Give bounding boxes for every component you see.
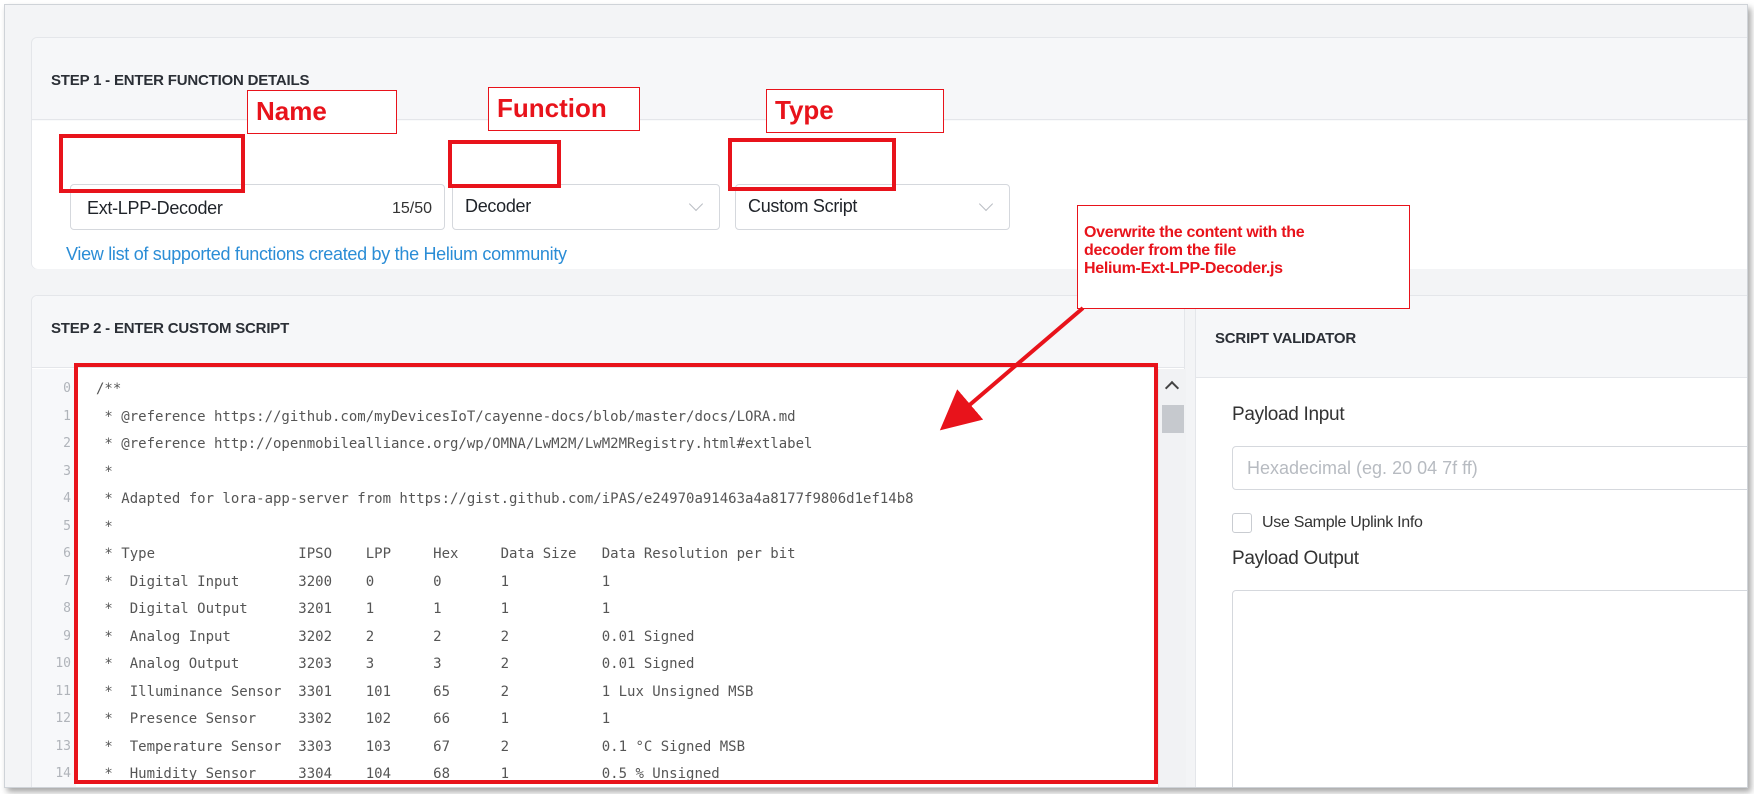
code-line[interactable]: 0 /** [32,381,1152,408]
code-line[interactable]: 6 * Type IPSO LPP Hex Data Size Data Res… [32,546,1152,573]
code-line[interactable]: 14 * Humidity Sensor 3304 104 68 1 0.5 %… [32,766,1152,787]
type-select-value: Custom Script [748,196,858,216]
payload-output-label: Payload Output [1232,548,1359,569]
scrollbar-thumb[interactable] [1162,405,1184,433]
line-number: 2 [63,436,71,451]
function-details-body: Ext-LPP-Decoder 15/50 Decoder Custom Scr… [32,121,1747,269]
code-line[interactable]: 12 * Presence Sensor 3302 102 66 1 1 [32,711,1152,738]
code-line[interactable]: 10 * Analog Output 3203 3 3 2 0.01 Signe… [32,656,1152,683]
code-line[interactable]: 9 * Analog Input 3202 2 2 2 0.01 Signed [32,629,1152,656]
function-name-input[interactable]: Ext-LPP-Decoder 15/50 [70,184,445,230]
function-select[interactable]: Decoder [452,184,720,230]
code-line[interactable]: 3 * [32,464,1152,491]
custom-script-header: STEP 2 - ENTER CUSTOM SCRIPT [32,296,1184,368]
line-number: 12 [55,711,71,726]
code-text: * Type IPSO LPP Hex Data Size Data Resol… [96,546,796,562]
custom-script-card: STEP 2 - ENTER CUSTOM SCRIPT 0 /** 1 * @re… [31,295,1186,787]
name-tag: Name [247,90,397,134]
community-functions-link[interactable]: View list of supported functions created… [66,244,567,265]
line-number: 8 [63,601,71,616]
line-number: 14 [55,766,71,781]
note-line-1: Overwrite the content with the [1084,224,1305,241]
type-select[interactable]: Custom Script [735,184,1010,230]
function-tag: Function [488,87,640,131]
code-line[interactable]: 2 * @reference http://openmobilealliance… [32,436,1152,463]
chevron-down-icon [688,196,704,212]
code-text: * Digital Output 3201 1 1 1 1 [96,601,611,617]
chevron-down-icon [978,196,994,212]
code-line[interactable]: 5 * [32,519,1152,546]
script-validator-card: SCRIPT VALIDATOR Payload Input Use Sampl… [1195,295,1747,787]
code-text: * Analog Output 3203 3 3 2 0.01 Signed [96,656,695,672]
editor-scrollbar[interactable] [1158,369,1186,787]
line-number: 11 [55,683,71,699]
type-tag: Type [766,89,944,133]
code-text: /** [96,381,122,397]
code-text: * [96,518,113,535]
code-text: * Illuminance Sensor 3301 101 65 2 1 Lux… [96,683,754,700]
step2-title: STEP 2 - ENTER CUSTOM SCRIPT [51,320,290,337]
sample-uplink-checkbox[interactable] [1232,513,1252,533]
sample-uplink-label: Use Sample Uplink Info [1262,514,1423,531]
instruction-note: Overwrite the content with the decoder f… [1077,205,1410,309]
code-text: * Humidity Sensor 3304 104 68 1 0.5 % Un… [96,766,720,782]
scroll-up-icon[interactable] [1164,380,1180,396]
code-line[interactable]: 1 * @reference https://github.com/myDevi… [32,409,1152,436]
line-number: 10 [55,656,71,671]
code-text: * Digital Input 3200 0 0 1 1 [96,573,611,590]
note-line-2: decoder from the file [1084,242,1236,259]
note-line-3: Helium-Ext-LPP-Decoder.js [1084,260,1283,277]
code-line[interactable]: 4 * Adapted for lora-app-server from htt… [32,491,1152,518]
payload-input-box [1232,446,1747,490]
line-number: 0 [63,381,71,396]
code-line[interactable]: 11 * Illuminance Sensor 3301 101 65 2 1 … [32,684,1152,711]
line-number: 13 [55,738,71,754]
code-line[interactable]: 8 * Digital Output 3201 1 1 1 1 [32,601,1152,628]
line-number: 6 [63,546,71,561]
payload-output-area[interactable] [1232,590,1747,787]
function-name-value: Ext-LPP-Decoder [87,198,223,218]
step1-title: STEP 1 - ENTER FUNCTION DETAILS [51,72,310,89]
line-number: 3 [63,463,71,479]
code-text: * Presence Sensor 3302 102 66 1 1 [96,711,611,727]
code-text: * @reference http://openmobilealliance.o… [96,436,813,452]
payload-input-label: Payload Input [1232,404,1345,425]
code-line[interactable]: 13 * Temperature Sensor 3303 103 67 2 0.… [32,739,1152,766]
payload-input-field[interactable] [1233,447,1747,489]
line-number: 7 [63,573,71,589]
code-editor[interactable]: 0 /** 1 * @reference https://github.com/my… [32,369,1158,787]
line-number: 5 [63,518,71,534]
validator-title: SCRIPT VALIDATOR [1215,330,1356,347]
code-text: * @reference https://github.com/myDevice… [96,408,796,425]
code-text: * Adapted for lora-app-server from https… [96,491,914,507]
function-details-card: STEP 1 - ENTER FUNCTION DETAILS Ext-LPP-… [31,37,1747,269]
line-number: 4 [63,491,71,506]
code-text: * Analog Input 3202 2 2 2 0.01 Signed [96,628,695,645]
line-number: 1 [63,408,71,424]
code-text: * [96,463,113,480]
line-number: 9 [63,628,71,644]
code-text: * Temperature Sensor 3303 103 67 2 0.1 °… [96,738,746,755]
character-counter: 15/50 [391,200,432,217]
code-line[interactable]: 7 * Digital Input 3200 0 0 1 1 [32,574,1152,601]
function-select-value: Decoder [465,196,531,216]
